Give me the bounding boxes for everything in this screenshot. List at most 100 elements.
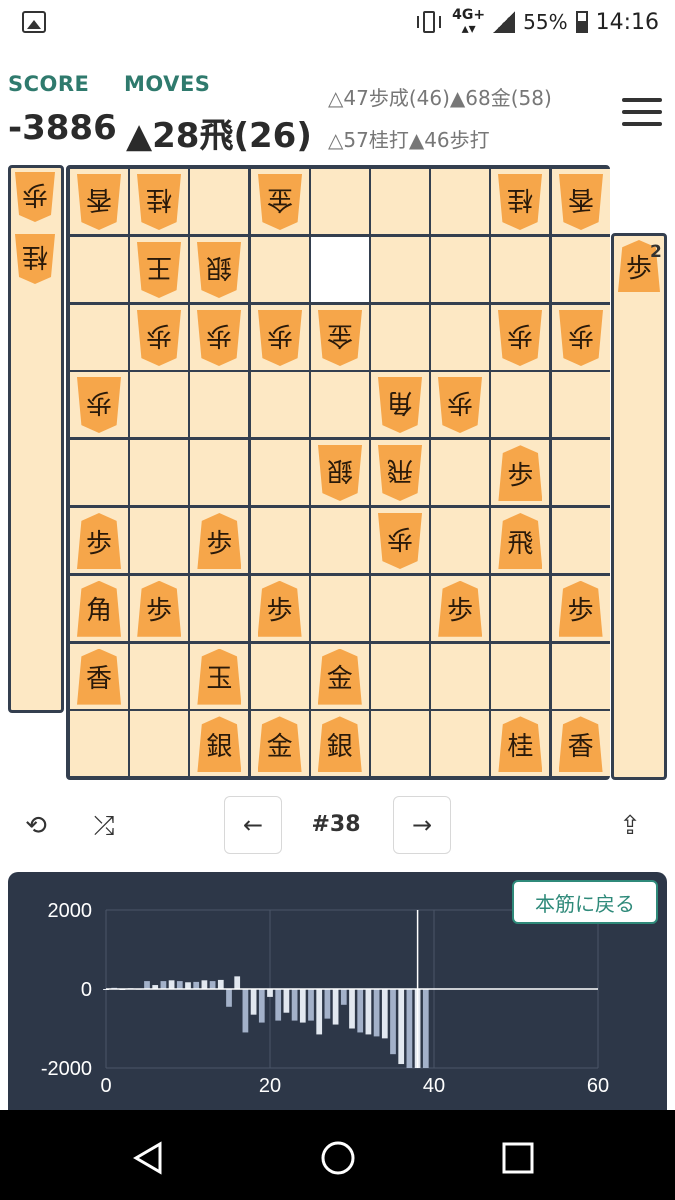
shogi-piece[interactable]: 歩 (77, 513, 121, 569)
shogi-piece[interactable]: 金 (318, 310, 362, 366)
shogi-piece[interactable]: 歩 (559, 310, 603, 366)
board-square[interactable] (551, 236, 610, 302)
shogi-piece[interactable]: 桂 (498, 716, 543, 773)
shogi-piece[interactable]: 歩 (197, 513, 242, 569)
chart-bar (283, 989, 290, 1013)
board-square[interactable] (431, 508, 490, 573)
board-square[interactable] (310, 575, 369, 641)
moves-label: MOVES (124, 72, 211, 96)
shogi-piece[interactable]: 香 (77, 648, 121, 705)
shogi-piece[interactable]: 歩 (438, 377, 482, 433)
board-square[interactable] (310, 372, 369, 438)
board-square[interactable] (371, 711, 429, 777)
shogi-piece[interactable]: 角 (378, 377, 422, 433)
board-square[interactable] (190, 169, 249, 234)
shogi-piece[interactable]: 歩 (498, 445, 543, 502)
board-square[interactable] (551, 440, 610, 506)
board-square[interactable] (250, 236, 309, 302)
shogi-piece[interactable]: 香 (559, 174, 603, 230)
hand-piece[interactable]: 歩 (15, 172, 55, 222)
shogi-piece[interactable]: 飛 (498, 513, 543, 569)
board-square[interactable] (130, 440, 189, 506)
board-square[interactable] (70, 711, 128, 777)
board-square[interactable] (431, 643, 490, 709)
board-square[interactable] (190, 372, 249, 438)
board-square[interactable] (491, 643, 550, 709)
hand-piece[interactable]: 桂 (15, 234, 55, 284)
chart-bar (291, 989, 298, 1021)
board-square[interactable] (371, 304, 429, 370)
board-square[interactable] (491, 236, 550, 302)
shogi-piece[interactable]: 歩 (257, 580, 302, 637)
board-square[interactable] (70, 304, 128, 370)
board-square[interactable] (431, 169, 490, 234)
board-square[interactable] (190, 575, 249, 641)
shogi-piece[interactable]: 銀 (318, 445, 362, 501)
shogi-piece[interactable]: 銀 (197, 716, 242, 773)
board-square[interactable] (431, 304, 490, 370)
back-nav-icon[interactable] (130, 1140, 166, 1176)
board-square[interactable] (130, 372, 189, 438)
board-square[interactable] (551, 643, 610, 709)
shogi-piece[interactable]: 香 (558, 716, 603, 773)
board-square[interactable] (371, 643, 429, 709)
shogi-piece[interactable]: 歩 (258, 310, 302, 366)
board-square[interactable] (371, 236, 429, 302)
next-move-button[interactable]: → (393, 796, 451, 854)
board-square[interactable] (310, 236, 369, 302)
board-square[interactable] (310, 169, 369, 234)
shogi-piece[interactable]: 銀 (197, 242, 241, 298)
shogi-piece[interactable]: 歩 (558, 580, 603, 637)
board-square[interactable] (431, 711, 490, 777)
chart-x-tick-label: 0 (100, 1075, 111, 1097)
board-square[interactable] (190, 440, 249, 506)
board-square[interactable] (431, 236, 490, 302)
shogi-board[interactable]: 香桂金桂香王銀歩歩歩金歩歩歩角歩銀飛歩歩歩歩飛角歩歩歩歩香玉金銀金銀桂香 (66, 165, 610, 780)
board-square[interactable] (551, 508, 610, 573)
hamburger-menu-icon[interactable] (622, 98, 662, 128)
shogi-piece[interactable]: 玉 (197, 648, 242, 705)
board-square[interactable] (250, 643, 309, 709)
board-square[interactable] (70, 440, 128, 506)
home-nav-icon[interactable] (320, 1140, 356, 1176)
board-square[interactable] (70, 236, 128, 302)
shogi-piece[interactable]: 飛 (378, 445, 422, 501)
board-square[interactable] (491, 372, 550, 438)
shogi-piece[interactable]: 香 (77, 174, 121, 230)
shogi-piece[interactable]: 金 (258, 174, 302, 230)
shogi-piece[interactable]: 角 (77, 580, 121, 637)
prev-move-button[interactable]: ← (224, 796, 282, 854)
board-square[interactable] (431, 440, 490, 506)
shogi-piece[interactable]: 歩 (378, 513, 422, 569)
board-square[interactable] (250, 508, 309, 573)
system-nav-bar (0, 1110, 675, 1200)
board-square[interactable] (250, 372, 309, 438)
board-square[interactable] (310, 508, 369, 573)
flip-board-icon[interactable]: ⟲ (18, 808, 54, 844)
status-bar: 4G+ ▴▾ 55% 14:16 (0, 0, 675, 46)
board-square[interactable] (130, 508, 189, 573)
shogi-piece[interactable]: 歩 (197, 310, 241, 366)
board-square[interactable] (130, 711, 189, 777)
board-square[interactable] (371, 575, 429, 641)
shogi-piece[interactable]: 金 (317, 648, 362, 705)
recents-nav-icon[interactable] (500, 1140, 536, 1176)
shogi-piece[interactable]: 銀 (317, 716, 362, 773)
shogi-piece[interactable]: 歩 (77, 377, 121, 433)
shogi-piece[interactable]: 王 (137, 242, 181, 298)
board-square[interactable] (371, 169, 429, 234)
board-square[interactable] (491, 575, 550, 641)
shogi-piece[interactable]: 歩 (438, 580, 483, 637)
board-square[interactable] (130, 643, 189, 709)
back-to-mainline-button[interactable]: 本筋に戻る (512, 880, 658, 924)
shogi-piece[interactable]: 歩 (498, 310, 542, 366)
shogi-piece[interactable]: 歩 (137, 310, 181, 366)
shogi-piece[interactable]: 金 (257, 716, 302, 773)
shogi-piece[interactable]: 歩 (137, 580, 182, 637)
shuffle-icon[interactable]: ⤮ (86, 808, 122, 844)
share-icon[interactable]: ⇪ (612, 808, 648, 844)
board-square[interactable] (250, 440, 309, 506)
shogi-piece[interactable]: 桂 (137, 174, 181, 230)
board-square[interactable] (551, 372, 610, 438)
shogi-piece[interactable]: 桂 (498, 174, 542, 230)
